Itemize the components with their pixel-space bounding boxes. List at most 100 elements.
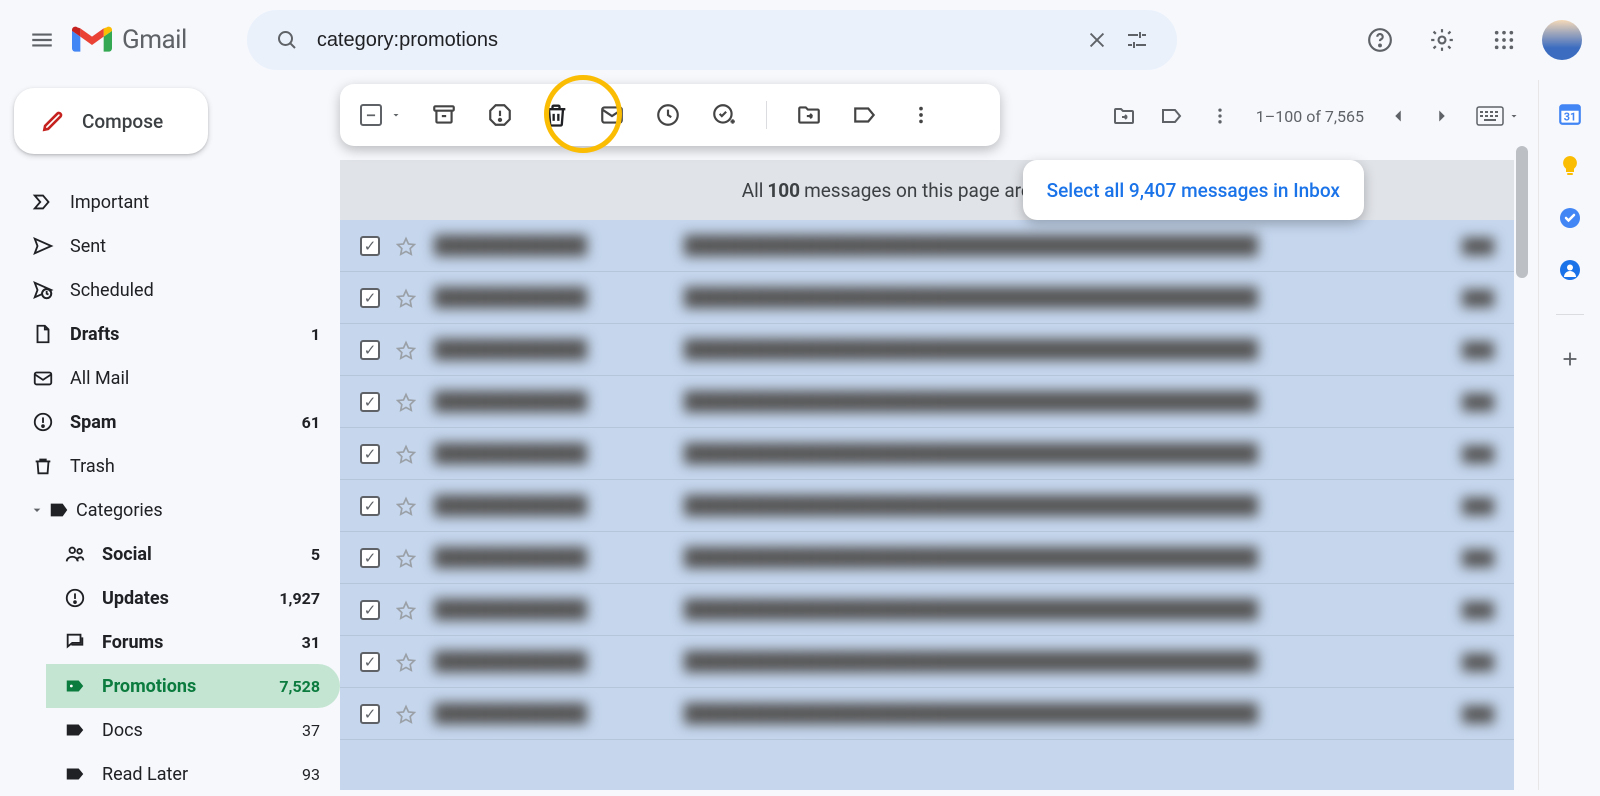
scrollbar[interactable] [1516,146,1528,278]
categories-header[interactable]: Categories [14,488,340,532]
promotions-icon [64,675,102,697]
mail-subject: ████████████████████████████████████████… [684,703,1404,724]
sidebar-category-promotions[interactable]: Promotions 7,528 [46,664,340,708]
mail-checkbox[interactable] [360,444,380,464]
mail-row[interactable]: ████████████ ███████████████████████████… [340,376,1514,428]
sidebar-category-updates[interactable]: Updates 1,927 [46,576,340,620]
mail-row[interactable]: ████████████ ███████████████████████████… [340,480,1514,532]
calendar-app-button[interactable]: 31 [1556,100,1584,128]
apps-grid-icon [1493,29,1515,51]
select-all-checkbox[interactable] [360,104,382,126]
contacts-app-button[interactable] [1556,256,1584,284]
mail-checkbox[interactable] [360,704,380,724]
star-icon[interactable] [396,236,416,256]
select-dropdown-caret[interactable] [390,109,402,121]
label-button[interactable] [1150,94,1194,138]
mail-row[interactable]: ████████████ ███████████████████████████… [340,272,1514,324]
header-right [1356,16,1582,64]
sidebar-category-docs[interactable]: Docs 37 [46,708,340,752]
side-panel-divider [1556,314,1584,315]
archive-button[interactable] [422,93,466,137]
tune-icon [1125,28,1149,52]
delete-button[interactable] [534,93,578,137]
get-addons-button[interactable] [1556,345,1584,373]
settings-button[interactable] [1418,16,1466,64]
search-button[interactable] [267,20,307,60]
star-icon[interactable] [396,392,416,412]
sidebar-item-label: Spam [70,412,116,433]
labels-button[interactable] [843,93,887,137]
main-menu-button[interactable] [18,16,66,64]
mail-row[interactable]: ████████████ ███████████████████████████… [340,532,1514,584]
support-button[interactable] [1356,16,1404,64]
older-button[interactable] [1422,96,1462,136]
snooze-button[interactable] [646,93,690,137]
star-icon[interactable] [396,652,416,672]
sidebar-category-forums[interactable]: Forums 31 [46,620,340,664]
sidebar: Compose Important Sent Scheduled Drafts … [0,80,340,790]
star-icon[interactable] [396,704,416,724]
star-icon[interactable] [396,288,416,308]
mail-checkbox[interactable] [360,652,380,672]
mail-sender: ████████████ [434,443,684,464]
sidebar-item-spam[interactable]: Spam 61 [14,400,340,444]
mail-checkbox[interactable] [360,600,380,620]
mail-sender: ████████████ [434,599,684,620]
mail-row[interactable]: ████████████ ███████████████████████████… [340,584,1514,636]
sidebar-item-label: Forums [102,632,163,653]
list-header-actions: 1–100 of 7,565 [1102,94,1520,138]
mail-row[interactable]: ████████████ ███████████████████████████… [340,636,1514,688]
select-all-conversations-link[interactable]: Select all 9,407 messages in Inbox [1047,179,1340,202]
search-options-button[interactable] [1117,20,1157,60]
mail-row[interactable]: ████████████ ███████████████████████████… [340,688,1514,740]
mail-checkbox[interactable] [360,288,380,308]
search-bar [247,10,1177,70]
star-icon[interactable] [396,600,416,620]
sidebar-item-drafts[interactable]: Drafts 1 [14,312,340,356]
mail-subject: ████████████████████████████████████████… [684,651,1404,672]
newer-button[interactable] [1378,96,1418,136]
sidebar-category-read-later[interactable]: Read Later 93 [46,752,340,796]
tasks-app-button[interactable] [1556,204,1584,232]
mark-unread-button[interactable] [590,93,634,137]
star-icon[interactable] [396,548,416,568]
compose-button[interactable]: Compose [14,88,208,154]
mail-checkbox[interactable] [360,548,380,568]
input-tool-button[interactable] [1476,106,1520,126]
mail-checkbox[interactable] [360,496,380,516]
account-avatar[interactable] [1542,20,1582,60]
move-to-button[interactable] [787,93,831,137]
sidebar-category-social[interactable]: Social 5 [46,532,340,576]
clear-search-button[interactable] [1077,20,1117,60]
sidebar-item-all-mail[interactable]: All Mail [14,356,340,400]
google-apps-button[interactable] [1480,16,1528,64]
star-icon[interactable] [396,496,416,516]
sent-icon [32,235,70,257]
tasks-icon [1558,206,1582,230]
sidebar-item-important[interactable]: Important [14,180,340,224]
mail-row[interactable]: ████████████ ███████████████████████████… [340,220,1514,272]
sidebar-item-label: Scheduled [70,280,154,301]
mail-subject: ████████████████████████████████████████… [684,391,1404,412]
search-input[interactable] [307,29,1077,52]
move-to-inbox-button[interactable] [1102,94,1146,138]
gmail-logo[interactable]: Gmail [72,25,187,55]
mail-checkbox[interactable] [360,340,380,360]
keep-app-button[interactable] [1556,152,1584,180]
report-spam-button[interactable] [478,93,522,137]
mail-row[interactable]: ████████████ ███████████████████████████… [340,428,1514,480]
gmail-logo-text: Gmail [122,25,187,55]
sidebar-item-count: 7,528 [279,677,320,696]
sidebar-item-scheduled[interactable]: Scheduled [14,268,340,312]
gear-icon [1429,27,1455,53]
star-icon[interactable] [396,444,416,464]
more-actions-button[interactable] [1198,94,1242,138]
sidebar-item-sent[interactable]: Sent [14,224,340,268]
star-icon[interactable] [396,340,416,360]
mail-checkbox[interactable] [360,392,380,412]
sidebar-item-trash[interactable]: Trash [14,444,340,488]
add-to-tasks-button[interactable] [702,93,746,137]
mail-row[interactable]: ████████████ ███████████████████████████… [340,324,1514,376]
mail-checkbox[interactable] [360,236,380,256]
more-button[interactable] [899,93,943,137]
